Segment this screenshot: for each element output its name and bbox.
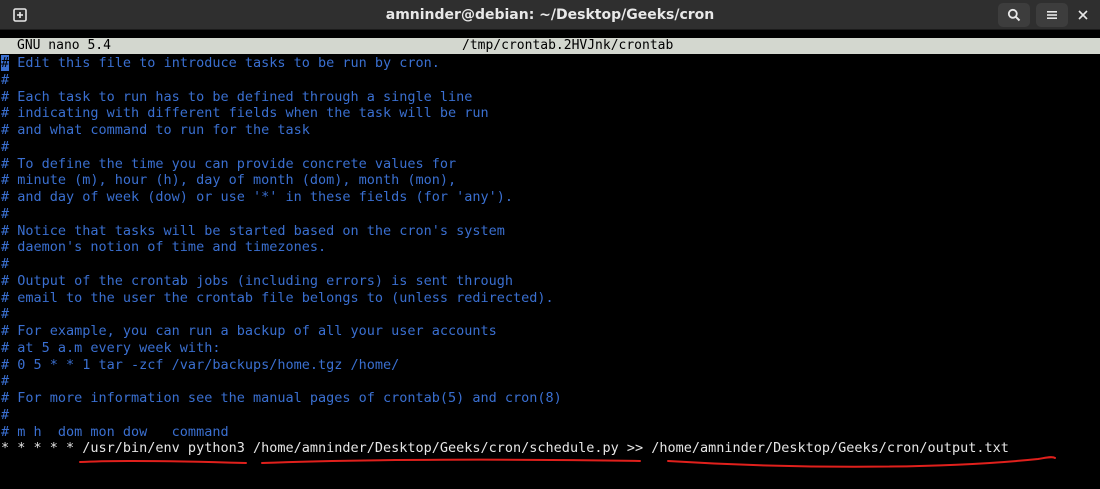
text-cursor: #: [1, 55, 10, 71]
file-line: # m h dom mon dow command: [1, 423, 229, 440]
file-line: # and what command to run for the task: [1, 122, 310, 138]
file-line: # Output of the crontab jobs (including …: [1, 272, 514, 289]
file-line: # Edit this file to introduce tasks to b…: [0, 55, 1100, 72]
menu-button[interactable]: [1036, 3, 1068, 27]
file-line: # Notice that tasks will be started base…: [1, 222, 505, 239]
title-bar: amninder@debian: ~/Desktop/Geeks/cron: [0, 0, 1100, 30]
file-line: #: [1, 406, 10, 423]
nano-filename: /tmp/crontab.2HVJnk/crontab: [462, 38, 674, 53]
file-line: #: [1, 205, 10, 222]
editor-buffer[interactable]: # Edit this file to introduce tasks to b…: [0, 55, 1100, 489]
hamburger-menu-icon: [1047, 11, 1057, 19]
file-line: #: [1, 373, 10, 390]
file-line: # and day of week (dow) or use '*' in th…: [1, 189, 514, 205]
close-button[interactable]: [1070, 3, 1096, 27]
nano-header-bar: GNU nano 5.4 /tmp/crontab.2HVJnk/crontab: [0, 38, 1100, 54]
file-line: #: [1, 138, 10, 155]
search-button[interactable]: [998, 3, 1030, 27]
terminal-window: amninder@debian: ~/Desktop/Geeks/cron GN…: [0, 0, 1100, 489]
file-line: # minute (m), hour (h), day of month (do…: [1, 172, 457, 189]
file-line: #: [1, 306, 10, 323]
window-title: amninder@debian: ~/Desktop/Geeks/cron: [385, 7, 715, 23]
file-line: #: [1, 256, 10, 272]
nano-version: GNU nano 5.4: [17, 38, 111, 53]
file-line: # daemon's notion of time and timezones.: [1, 239, 327, 256]
file-line: # indicating with different fields when …: [1, 105, 489, 122]
file-line-text: Edit this file to introduce tasks to be …: [9, 55, 440, 71]
file-line: # For more information see the manual pa…: [1, 390, 562, 406]
cron-entry-line: * * * * * /usr/bin/env python3 /home/amn…: [1, 440, 1009, 457]
file-line: # Each task to run has to be defined thr…: [1, 88, 473, 105]
file-line: # 0 5 * * 1 tar -zcf /var/backups/home.t…: [1, 356, 400, 373]
file-line: # For example, you can run a backup of a…: [1, 323, 497, 339]
file-line: #: [1, 71, 10, 88]
file-line: # To define the time you can provide con…: [1, 155, 457, 172]
file-line: # email to the user the crontab file bel…: [1, 289, 554, 306]
search-icon: [1007, 8, 1021, 22]
file-line: # at 5 a.m every week with:: [1, 339, 221, 356]
close-icon: [1078, 10, 1088, 20]
